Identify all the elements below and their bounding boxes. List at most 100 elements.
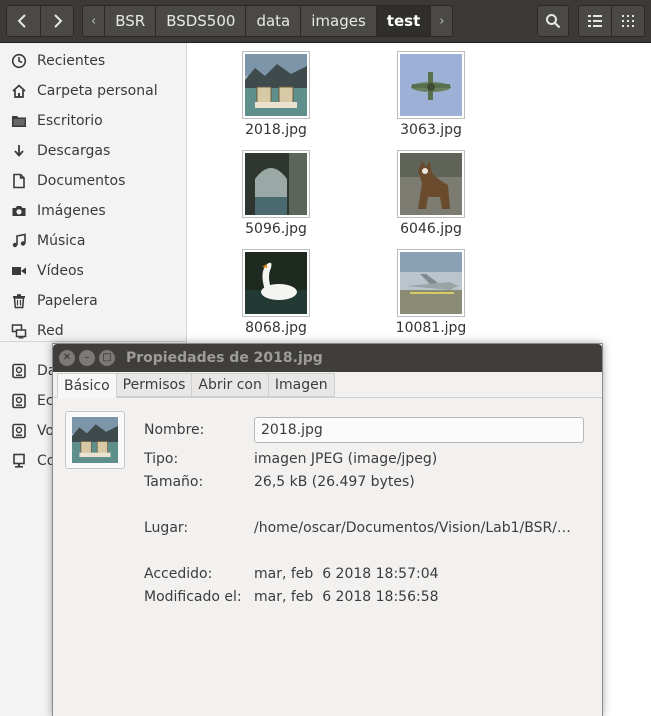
search-icon bbox=[546, 14, 561, 29]
view-buttons bbox=[578, 5, 645, 37]
sidebar-item-musica[interactable]: Música bbox=[0, 226, 186, 256]
tab-basico[interactable]: Básico bbox=[57, 373, 117, 398]
tab-abrir-con[interactable]: Abrir con bbox=[191, 373, 269, 397]
image-thumbnail-icon bbox=[400, 153, 462, 215]
minimize-window-button[interactable]: – bbox=[79, 350, 95, 366]
sidebar-item-videos[interactable]: Vídeos bbox=[0, 256, 186, 286]
forward-button[interactable] bbox=[39, 6, 74, 36]
sidebar-item-label: Papelera bbox=[37, 293, 98, 309]
sidebar-item-papelera[interactable]: Papelera bbox=[0, 286, 186, 316]
file-item[interactable]: 10081.jpg bbox=[371, 249, 491, 336]
trash-icon bbox=[10, 292, 28, 310]
image-thumbnail-icon bbox=[245, 252, 307, 314]
sidebar-item-label: Música bbox=[37, 233, 86, 249]
dialog-tabs: Básico Permisos Abrir con Imagen bbox=[57, 373, 335, 398]
file-name: 3063.jpg bbox=[400, 122, 462, 138]
image-thumbnail-icon bbox=[400, 54, 462, 116]
file-name: 2018.jpg bbox=[245, 122, 307, 138]
breadcrumb-scroll-right[interactable]: › bbox=[430, 6, 452, 36]
computer-icon bbox=[10, 452, 28, 470]
search-button[interactable] bbox=[537, 5, 569, 37]
video-icon bbox=[10, 262, 28, 280]
file-name: 5096.jpg bbox=[245, 221, 307, 237]
file-name: 6046.jpg bbox=[400, 221, 462, 237]
file-thumbnail bbox=[242, 51, 310, 119]
document-icon bbox=[10, 172, 28, 190]
drive-icon bbox=[10, 392, 28, 410]
list-view-button[interactable] bbox=[579, 6, 611, 36]
breadcrumb-item-data[interactable]: data bbox=[245, 6, 300, 36]
file-preview bbox=[65, 411, 125, 469]
drive-icon bbox=[10, 422, 28, 440]
image-thumbnail-icon bbox=[400, 252, 462, 314]
sidebar-item-carpeta-personal[interactable]: Carpeta personal bbox=[0, 76, 186, 106]
file-item[interactable]: 5096.jpg bbox=[216, 150, 336, 237]
file-thumbnail bbox=[242, 150, 310, 218]
size-value: 26,5 kB (26.497 bytes) bbox=[254, 474, 415, 490]
sidebar-item-label: Red bbox=[37, 323, 64, 339]
type-label: Tipo: bbox=[144, 451, 179, 467]
home-icon bbox=[10, 82, 28, 100]
tab-imagen[interactable]: Imagen bbox=[267, 373, 335, 397]
nav-buttons bbox=[6, 5, 74, 37]
sidebar-item-label: Imágenes bbox=[37, 203, 106, 219]
modified-label: Modificado el: bbox=[144, 589, 242, 605]
breadcrumb-item-bsds500[interactable]: BSDS500 bbox=[155, 6, 245, 36]
file-thumbnail bbox=[397, 51, 465, 119]
chevron-left-icon bbox=[17, 14, 26, 28]
file-item[interactable]: 6046.jpg bbox=[371, 150, 491, 237]
accessed-label: Accedido: bbox=[144, 566, 213, 582]
back-button[interactable] bbox=[7, 6, 40, 36]
image-thumbnail-icon bbox=[245, 153, 307, 215]
sidebar-item-label: Carpeta personal bbox=[37, 83, 158, 99]
sidebar-item-imagenes[interactable]: Imágenes bbox=[0, 196, 186, 226]
file-item[interactable]: 3063.jpg bbox=[371, 51, 491, 138]
file-item[interactable]: 2018.jpg bbox=[216, 51, 336, 138]
breadcrumb-item-test[interactable]: test bbox=[375, 6, 431, 36]
sidebar-item-label: Descargas bbox=[37, 143, 111, 159]
drive-icon bbox=[10, 362, 28, 380]
chevron-right-icon bbox=[54, 14, 63, 28]
sidebar-item-recientes[interactable]: Recientes bbox=[0, 46, 186, 76]
sidebar-item-label: Escritorio bbox=[37, 113, 103, 129]
close-window-button[interactable]: ✕ bbox=[59, 350, 75, 366]
music-icon bbox=[10, 232, 28, 250]
sidebar-item-label: Vídeos bbox=[37, 263, 84, 279]
image-thumbnail-icon bbox=[72, 417, 118, 463]
folder-icon bbox=[10, 112, 28, 130]
accessed-value: mar, feb 6 2018 18:57:04 bbox=[254, 566, 439, 582]
sidebar-item-descargas[interactable]: Descargas bbox=[0, 136, 186, 166]
download-icon bbox=[10, 142, 28, 160]
name-field[interactable] bbox=[254, 417, 584, 443]
clock-icon bbox=[10, 52, 28, 70]
sidebar-item-label: Documentos bbox=[37, 173, 126, 189]
maximize-icon: □ bbox=[102, 352, 112, 363]
sidebar-item-label: Recientes bbox=[37, 53, 106, 69]
close-icon: ✕ bbox=[62, 352, 72, 363]
dialog-titlebar[interactable]: ✕ – □ Propiedades de 2018.jpg bbox=[53, 344, 602, 372]
file-name: 10081.jpg bbox=[395, 320, 467, 336]
dialog-title: Propiedades de 2018.jpg bbox=[126, 350, 323, 366]
file-thumbnail bbox=[397, 150, 465, 218]
file-name: 8068.jpg bbox=[245, 320, 307, 336]
name-label: Nombre: bbox=[144, 422, 205, 438]
tab-permisos[interactable]: Permisos bbox=[115, 373, 193, 397]
grid-view-icon bbox=[622, 15, 634, 27]
network-icon bbox=[10, 322, 28, 340]
breadcrumb-item-images[interactable]: images bbox=[300, 6, 376, 36]
sidebar-item-escritorio[interactable]: Escritorio bbox=[0, 106, 186, 136]
sidebar-separator bbox=[0, 341, 186, 342]
file-thumbnail bbox=[397, 249, 465, 317]
maximize-window-button[interactable]: □ bbox=[99, 350, 115, 366]
breadcrumb-item-bsr[interactable]: BSR bbox=[104, 6, 155, 36]
location-value[interactable]: /home/oscar/Documentos/Vision/Lab1/BSR/… bbox=[254, 520, 571, 536]
minimize-icon: – bbox=[84, 352, 90, 363]
type-value: imagen JPEG (image/jpeg) bbox=[254, 451, 438, 467]
view-options-button[interactable] bbox=[611, 6, 644, 36]
file-thumbnail bbox=[242, 249, 310, 317]
file-item[interactable]: 8068.jpg bbox=[216, 249, 336, 336]
breadcrumb: ‹ BSR BSDS500 data images test › bbox=[82, 5, 454, 37]
breadcrumb-scroll-left[interactable]: ‹ bbox=[83, 6, 104, 36]
list-view-icon bbox=[588, 15, 602, 27]
sidebar-item-documentos[interactable]: Documentos bbox=[0, 166, 186, 196]
